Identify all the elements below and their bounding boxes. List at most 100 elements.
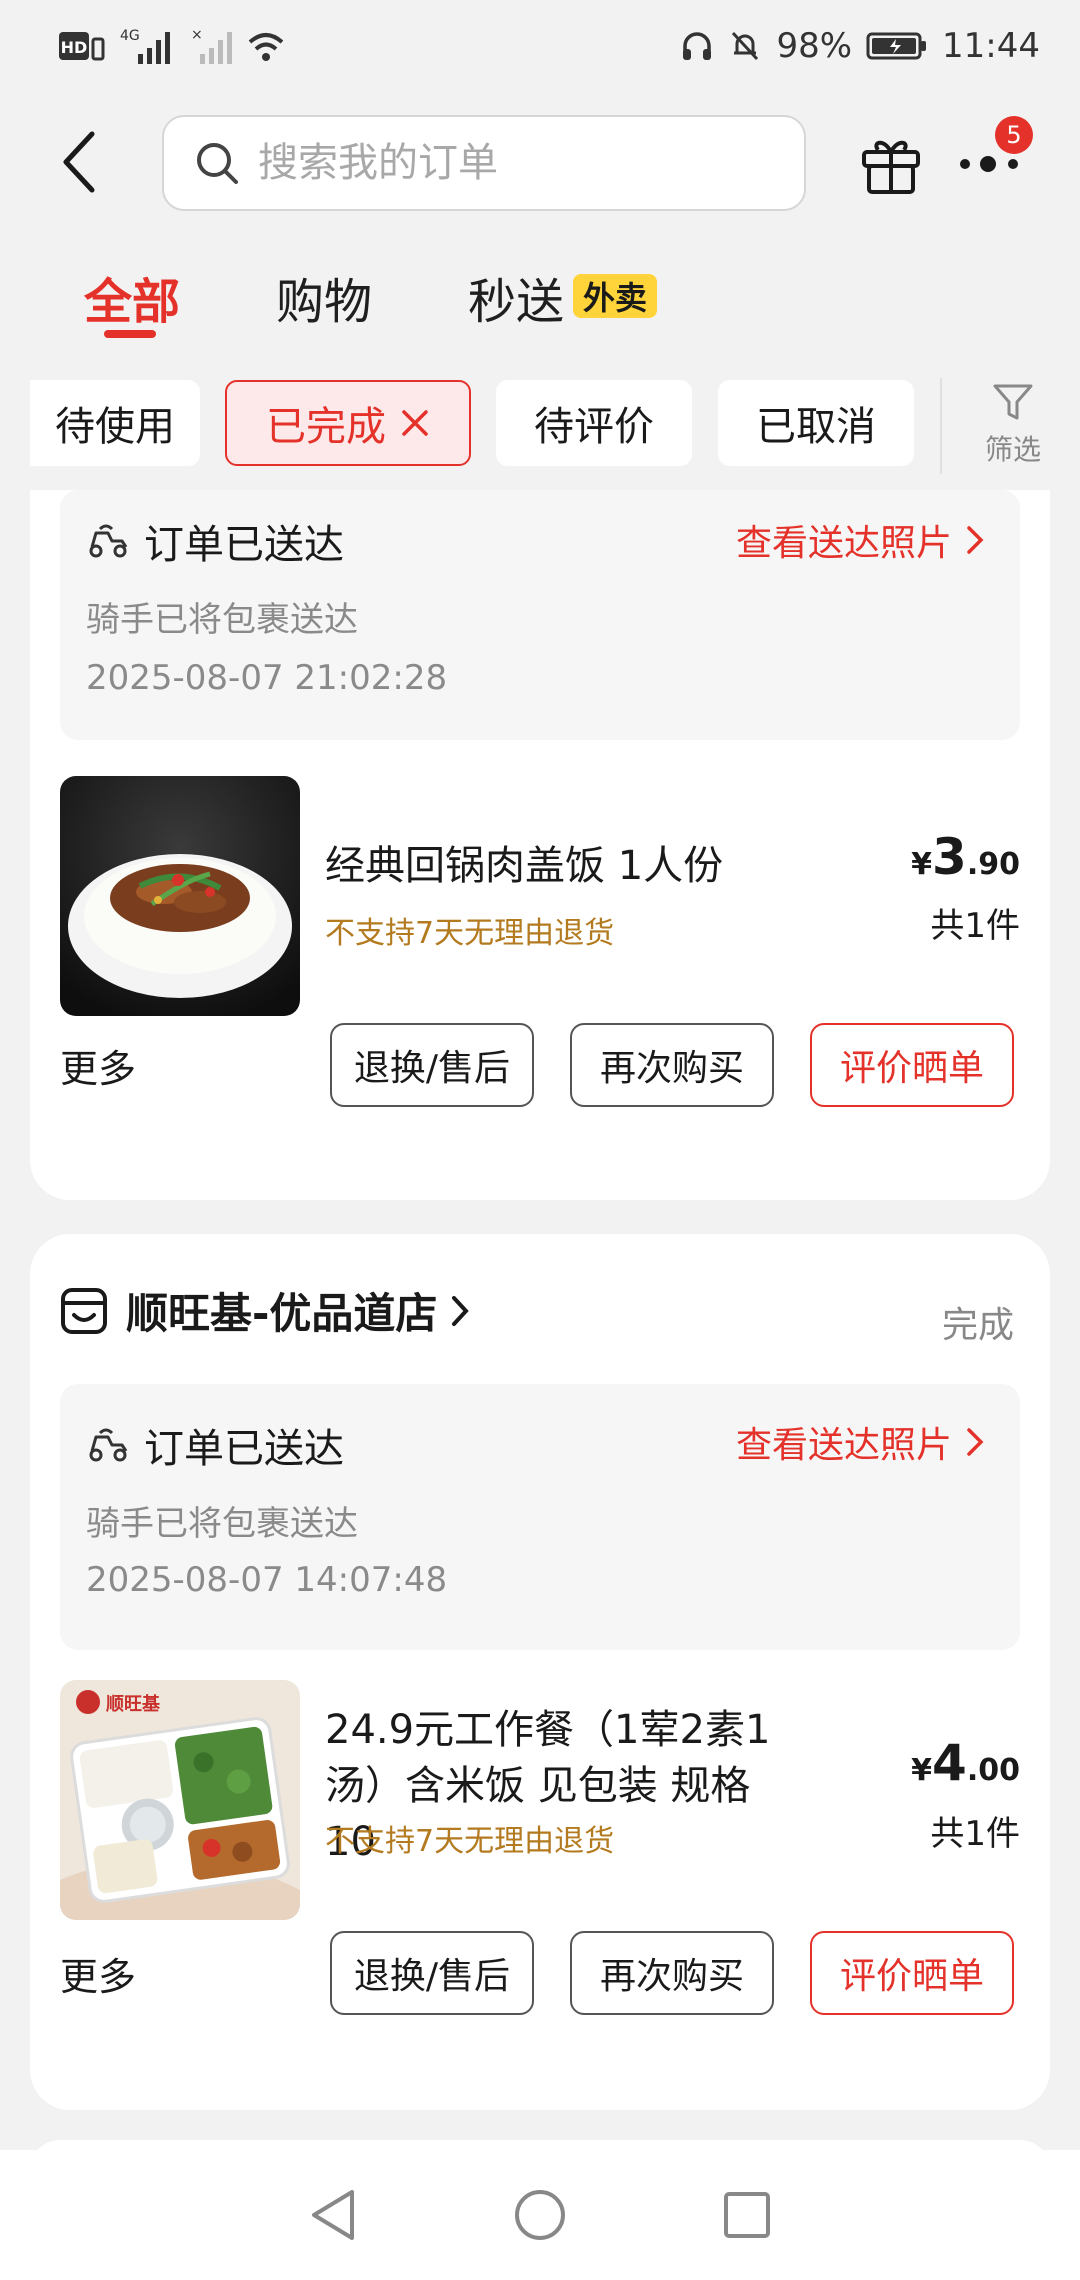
chip-label: 已取消 <box>756 404 876 450</box>
svg-text:×: × <box>191 27 203 43</box>
view-delivery-photo-link[interactable]: 查看送达照片 <box>736 1416 984 1468</box>
status-bar: HD 4G × 98% 11:44 <box>0 0 1080 92</box>
chip-label: 已完成 <box>266 404 386 450</box>
wifi-icon <box>246 28 286 64</box>
product-price: ¥3.90 <box>911 828 1020 886</box>
no-return-note: 不支持7天无理由退货 <box>325 916 615 951</box>
review-button[interactable]: 评价晒单 <box>810 1931 1014 2015</box>
delivery-title-text: 订单已送达 <box>144 1426 344 1472</box>
svg-text:4G: 4G <box>120 28 140 44</box>
search-bar[interactable] <box>162 115 806 211</box>
button-label: 再次购买 <box>599 1956 744 1997</box>
store-name: 顺旺基-优品道店 <box>126 1289 438 1338</box>
tab-all[interactable]: 全部 <box>84 262 180 332</box>
chip-cancelled[interactable]: 已取消 <box>718 380 914 466</box>
return-service-button[interactable]: 退换/售后 <box>330 1023 534 1107</box>
more-link[interactable]: 更多 <box>60 1946 136 2001</box>
product-name[interactable]: 经典回锅肉盖饭 1人份 <box>325 838 775 894</box>
price-currency: ¥ <box>911 847 933 882</box>
return-service-button[interactable]: 退换/售后 <box>330 1931 534 2015</box>
review-button[interactable]: 评价晒单 <box>810 1023 1014 1107</box>
delivery-time: 2025-08-07 14:07:48 <box>86 1560 448 1600</box>
tab-miaosong[interactable]: 秒送 <box>468 262 564 332</box>
button-label: 再次购买 <box>599 1048 744 1089</box>
product-price: ¥4.00 <box>911 1734 1020 1792</box>
order-type-tabs: 全部 购物 秒送 外卖 <box>0 232 1080 352</box>
price-dec: .00 <box>966 1753 1020 1788</box>
close-icon[interactable] <box>400 408 430 438</box>
link-text: 查看送达照片 <box>735 1425 952 1466</box>
button-label: 评价晒单 <box>839 1956 984 1997</box>
delivery-title-text: 订单已送达 <box>144 522 344 568</box>
status-left: HD 4G × <box>58 26 286 66</box>
mute-bell-icon <box>728 29 762 63</box>
more-link[interactable]: 更多 <box>60 1038 136 1093</box>
button-label: 退换/售后 <box>353 1048 511 1089</box>
battery-percent: 98% <box>776 26 853 66</box>
tab-active-indicator <box>104 330 156 338</box>
back-arrow-icon[interactable] <box>58 130 102 194</box>
view-delivery-photo-link[interactable]: 查看送达照片 <box>736 514 984 566</box>
nav-home-icon[interactable] <box>513 2188 567 2242</box>
system-nav-bar <box>0 2150 1080 2280</box>
hd-icon: HD <box>58 29 106 63</box>
product-image[interactable]: 顺旺基 <box>60 1680 300 1920</box>
link-text: 查看送达照片 <box>735 523 952 564</box>
scooter-icon <box>86 1425 130 1465</box>
price-currency: ¥ <box>911 1753 933 1788</box>
signal-nosim-icon: × <box>190 26 234 66</box>
product-qty: 共1件 <box>930 1814 1020 1854</box>
search-input[interactable] <box>258 140 778 186</box>
chip-label: 待使用 <box>55 404 175 450</box>
tab-shopping[interactable]: 购物 <box>276 262 372 332</box>
status-filter-chips: 待使用 已完成 待评价 已取消 筛选 <box>0 360 1080 490</box>
delivery-time: 2025-08-07 21:02:28 <box>86 658 448 698</box>
no-return-note: 不支持7天无理由退货 <box>325 1824 615 1859</box>
gift-icon[interactable] <box>858 130 924 196</box>
chip-label: 待评价 <box>534 404 654 450</box>
waimai-tag: 外卖 <box>573 274 658 318</box>
order-card: 订单已送达 查看送达照片 骑手已将包裹送达 2025-08-07 21:02:2… <box>30 490 1050 1200</box>
battery-icon <box>866 31 928 61</box>
delivery-title: 订单已送达 <box>86 512 344 570</box>
delivery-sub: 骑手已将包裹送达 <box>86 1504 358 1544</box>
price-int: 4 <box>932 1734 967 1792</box>
chevron-right-icon <box>451 1295 470 1327</box>
chip-to-use[interactable]: 待使用 <box>30 380 200 466</box>
delivery-status-box: 订单已送达 查看送达照片 骑手已将包裹送达 2025-08-07 21:02:2… <box>60 490 1020 740</box>
status-right: 98% 11:44 <box>680 26 1040 66</box>
funnel-icon <box>991 380 1035 424</box>
clock: 11:44 <box>942 26 1040 66</box>
divider <box>940 378 942 474</box>
buy-again-button[interactable]: 再次购买 <box>570 1023 774 1107</box>
chip-to-review[interactable]: 待评价 <box>496 380 692 466</box>
store-link[interactable]: 顺旺基-优品道店 <box>60 1280 470 1341</box>
button-label: 评价晒单 <box>839 1048 984 1089</box>
chip-completed[interactable]: 已完成 <box>225 380 471 466</box>
filter-button[interactable]: 筛选 <box>968 380 1058 470</box>
order-list: 订单已送达 查看送达照片 骑手已将包裹送达 2025-08-07 21:02:2… <box>0 490 1080 2150</box>
svg-text:HD: HD <box>61 38 88 57</box>
chevron-right-icon <box>966 1427 984 1457</box>
price-dec: .90 <box>966 847 1020 882</box>
order-status: 完成 <box>941 1305 1014 1346</box>
buy-again-button[interactable]: 再次购买 <box>570 1931 774 2015</box>
next-order-card <box>30 2140 1050 2150</box>
product-qty: 共1件 <box>930 906 1020 946</box>
scooter-icon <box>86 521 130 561</box>
button-label: 退换/售后 <box>353 1956 511 1997</box>
search-icon <box>194 140 240 186</box>
product-image[interactable] <box>60 776 300 1016</box>
store-icon <box>60 1287 108 1335</box>
price-int: 3 <box>932 828 967 886</box>
signal-4g-icon: 4G <box>118 26 178 66</box>
nav-recents-icon[interactable] <box>722 2190 772 2240</box>
nav-back-icon[interactable] <box>308 2188 358 2242</box>
delivery-status-box: 订单已送达 查看送达照片 骑手已将包裹送达 2025-08-07 14:07:4… <box>60 1384 1020 1650</box>
headphone-icon <box>680 29 714 63</box>
chevron-right-icon <box>966 525 984 555</box>
filter-label: 筛选 <box>984 433 1041 466</box>
notification-badge: 5 <box>995 116 1033 154</box>
header: 5 <box>0 92 1080 232</box>
svg-text:顺旺基: 顺旺基 <box>106 1693 161 1715</box>
